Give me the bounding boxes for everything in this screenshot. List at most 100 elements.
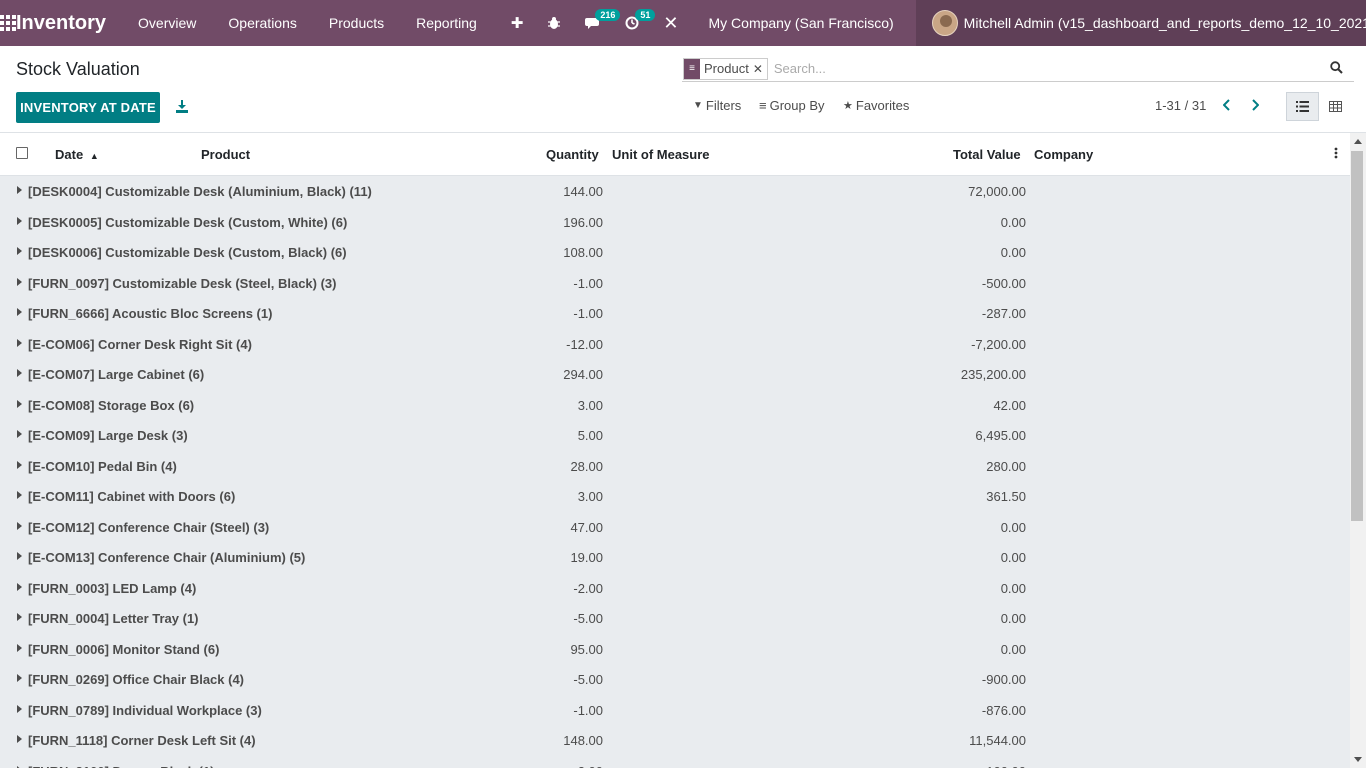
group-total-value: -900.00 xyxy=(981,672,1026,687)
group-by-icon: ≡ xyxy=(684,58,700,79)
group-row[interactable]: [E-COM12] Conference Chair (Steel) (3) 47… xyxy=(0,512,1350,543)
group-row[interactable]: [E-COM06] Corner Desk Right Sit (4) -12.0… xyxy=(0,329,1350,360)
group-row[interactable]: [DESK0004] Customizable Desk (Aluminium,… xyxy=(0,176,1350,207)
pager-value[interactable]: 1-31 / 31 xyxy=(1155,98,1206,113)
menu-products[interactable]: Products xyxy=(313,15,400,31)
plus-icon[interactable]: ✚ xyxy=(499,0,536,46)
expand-caret-icon[interactable] xyxy=(17,277,22,286)
group-quantity: -12.00 xyxy=(566,336,603,352)
column-options-icon[interactable] xyxy=(1334,147,1338,162)
group-row[interactable]: [FURN_0003] LED Lamp (4) -2.00 0.00 xyxy=(0,573,1350,604)
pager-previous-icon[interactable] xyxy=(1219,96,1235,114)
group-row[interactable]: [FURN_0097] Customizable Desk (Steel, Bl… xyxy=(0,268,1350,299)
expand-caret-icon[interactable] xyxy=(17,308,22,316)
group-row[interactable]: [FURN_0004] Letter Tray (1) -5.00 0.00 xyxy=(0,603,1350,634)
expand-caret-icon[interactable] xyxy=(17,704,22,713)
expand-caret-icon[interactable] xyxy=(17,582,22,591)
group-quantity: 2.00 xyxy=(578,764,603,768)
group-row[interactable]: [E-COM10] Pedal Bin (4) 28.00 280.00 xyxy=(0,451,1350,482)
remove-facet-icon[interactable]: ✕ xyxy=(753,62,767,76)
column-product[interactable]: Product xyxy=(201,147,250,162)
company-switcher[interactable]: My Company (San Francisco) xyxy=(691,15,916,31)
group-row[interactable]: [FURN_0006] Monitor Stand (6) 95.00 0.00 xyxy=(0,634,1350,665)
expand-caret-icon[interactable] xyxy=(17,430,22,438)
group-row[interactable]: [FURN_2100] Drawer Black (1) 2.00 100.00 xyxy=(0,756,1350,768)
scroll-up-icon[interactable] xyxy=(1354,139,1362,144)
filters-button[interactable]: ▼ Filters xyxy=(693,98,741,113)
group-row[interactable]: [E-COM08] Storage Box (6) 3.00 42.00 xyxy=(0,390,1350,421)
expand-caret-icon[interactable] xyxy=(17,460,22,469)
expand-caret-icon[interactable] xyxy=(17,674,22,682)
group-row[interactable]: [E-COM13] Conference Chair (Aluminium) (… xyxy=(0,542,1350,573)
app-name[interactable]: Inventory xyxy=(16,12,106,35)
expand-caret-icon[interactable] xyxy=(17,369,22,377)
group-row[interactable]: [FURN_1118] Corner Desk Left Sit (4) 148.… xyxy=(0,725,1350,756)
group-total-value: 0.00 xyxy=(1000,245,1026,260)
column-quantity[interactable]: Quantity xyxy=(546,147,599,162)
tools-icon[interactable]: ✕ xyxy=(651,0,690,46)
group-row[interactable]: [E-COM11] Cabinet with Doors (6) 3.00 361.… xyxy=(0,481,1350,512)
favorites-button[interactable]: ★ Favorites xyxy=(843,98,909,113)
expand-caret-icon[interactable] xyxy=(17,613,22,621)
group-row[interactable]: [FURN_0269] Office Chair Black (4) -5.00 -… xyxy=(0,664,1350,695)
inventory-at-date-button[interactable]: INVENTORY AT DATE xyxy=(16,92,160,123)
search-facet-product[interactable]: ≡ Product ✕ xyxy=(683,57,768,80)
vertical-scrollbar[interactable] xyxy=(1350,133,1366,768)
list-view-icon[interactable] xyxy=(1286,92,1319,121)
menu-overview[interactable]: Overview xyxy=(122,15,212,31)
download-icon[interactable] xyxy=(172,96,192,116)
group-name: [FURN_0004] Letter Tray (1) xyxy=(28,611,199,626)
group-total-value: 42.00 xyxy=(993,397,1026,413)
messages-icon[interactable]: 216 xyxy=(573,0,621,46)
page-title: Stock Valuation xyxy=(16,59,140,79)
group-total-value: 0.00 xyxy=(1000,611,1026,626)
menu-operations[interactable]: Operations xyxy=(212,15,312,31)
group-name: [DESK0005] Customizable Desk (Custom, Wh… xyxy=(28,214,348,230)
group-quantity: -1.00 xyxy=(573,275,603,291)
search-icon[interactable] xyxy=(1330,60,1350,77)
expand-caret-icon[interactable] xyxy=(17,216,22,225)
pager-next-icon[interactable] xyxy=(1247,96,1263,114)
menu-reporting[interactable]: Reporting xyxy=(400,15,493,31)
column-uom[interactable]: Unit of Measure xyxy=(612,147,710,162)
user-menu[interactable]: Mitchell Admin (v15_dashboard_and_report… xyxy=(915,0,1366,46)
expand-caret-icon[interactable] xyxy=(17,338,22,347)
expand-caret-icon[interactable] xyxy=(17,643,22,652)
group-name: [FURN_2100] Drawer Black (1) xyxy=(28,764,214,768)
group-total-value: -500.00 xyxy=(981,275,1026,291)
expand-caret-icon[interactable] xyxy=(17,247,22,255)
bug-icon[interactable] xyxy=(535,0,573,46)
star-icon: ★ xyxy=(843,100,853,112)
column-total-value[interactable]: Total Value xyxy=(953,147,1021,162)
column-company[interactable]: Company xyxy=(1034,147,1093,162)
group-row[interactable]: [DESK0005] Customizable Desk (Custom, Wh… xyxy=(0,207,1350,238)
expand-caret-icon[interactable] xyxy=(17,491,22,499)
table-header: Date ▲ Product Quantity Unit of Measure … xyxy=(0,133,1350,176)
apps-menu-icon[interactable] xyxy=(0,0,16,46)
expand-caret-icon[interactable] xyxy=(17,521,22,530)
scroll-thumb[interactable] xyxy=(1351,151,1363,521)
activities-icon[interactable]: 51 xyxy=(613,0,656,46)
expand-caret-icon[interactable] xyxy=(17,186,22,194)
group-row[interactable]: [FURN_0789] Individual Workplace (3) -1.0… xyxy=(0,695,1350,726)
search-input[interactable]: Search... xyxy=(774,61,1330,76)
scroll-down-icon[interactable] xyxy=(1354,757,1362,762)
group-quantity: 196.00 xyxy=(563,214,603,230)
group-quantity: 108.00 xyxy=(563,245,603,260)
group-quantity: 144.00 xyxy=(563,184,603,199)
group-row[interactable]: [E-COM07] Large Cabinet (6) 294.00 235,200… xyxy=(0,359,1350,390)
select-all-checkbox[interactable] xyxy=(16,147,28,159)
group-quantity: 28.00 xyxy=(570,458,603,474)
filters-label: Filters xyxy=(705,98,742,113)
expand-caret-icon[interactable] xyxy=(17,399,22,408)
column-date[interactable]: Date ▲ xyxy=(55,147,99,162)
expand-caret-icon[interactable] xyxy=(17,552,22,560)
group-row[interactable]: [E-COM09] Large Desk (3) 5.00 6,495.00 xyxy=(0,420,1350,451)
control-panel: Stock Valuation INVENTORY AT DATE ≡ Prod… xyxy=(0,46,1366,133)
pivot-view-icon[interactable] xyxy=(1319,92,1352,121)
group-row[interactable]: [DESK0006] Customizable Desk (Custom, Bl… xyxy=(0,237,1350,268)
group-quantity: -5.00 xyxy=(573,672,603,687)
group-row[interactable]: [FURN_6666] Acoustic Bloc Screens (1) -1.… xyxy=(0,298,1350,329)
expand-caret-icon[interactable] xyxy=(17,735,22,743)
group-by-button[interactable]: ≡ Group By xyxy=(759,98,825,113)
